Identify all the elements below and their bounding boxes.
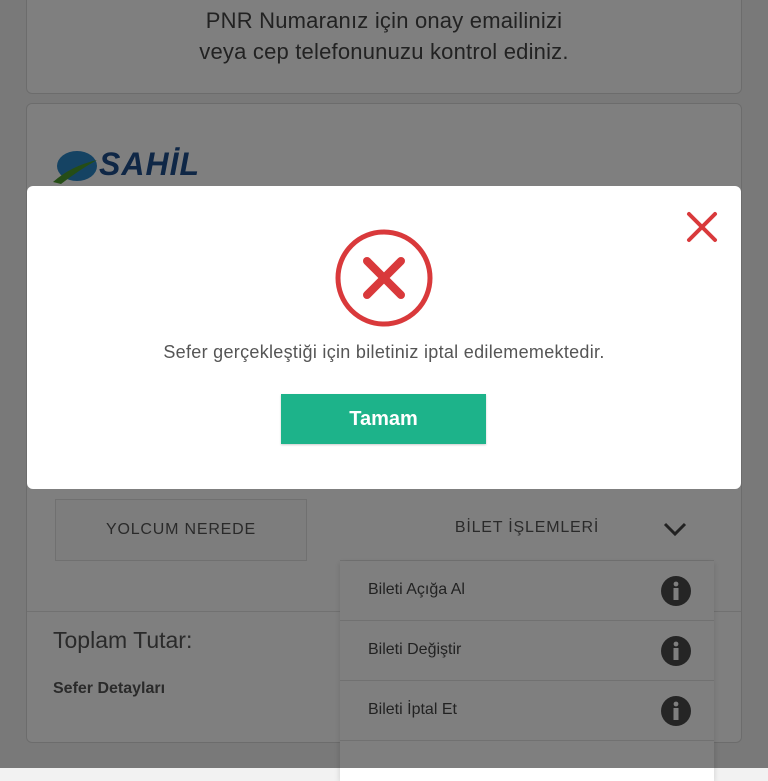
error-x-icon — [335, 229, 433, 327]
close-icon[interactable] — [685, 210, 719, 244]
error-message: Sefer gerçekleştiği için biletiniz iptal… — [163, 342, 605, 362]
error-dialog: Sefer gerçekleştiği için biletiniz iptal… — [27, 186, 741, 489]
tamam-button[interactable]: Tamam — [281, 394, 486, 444]
